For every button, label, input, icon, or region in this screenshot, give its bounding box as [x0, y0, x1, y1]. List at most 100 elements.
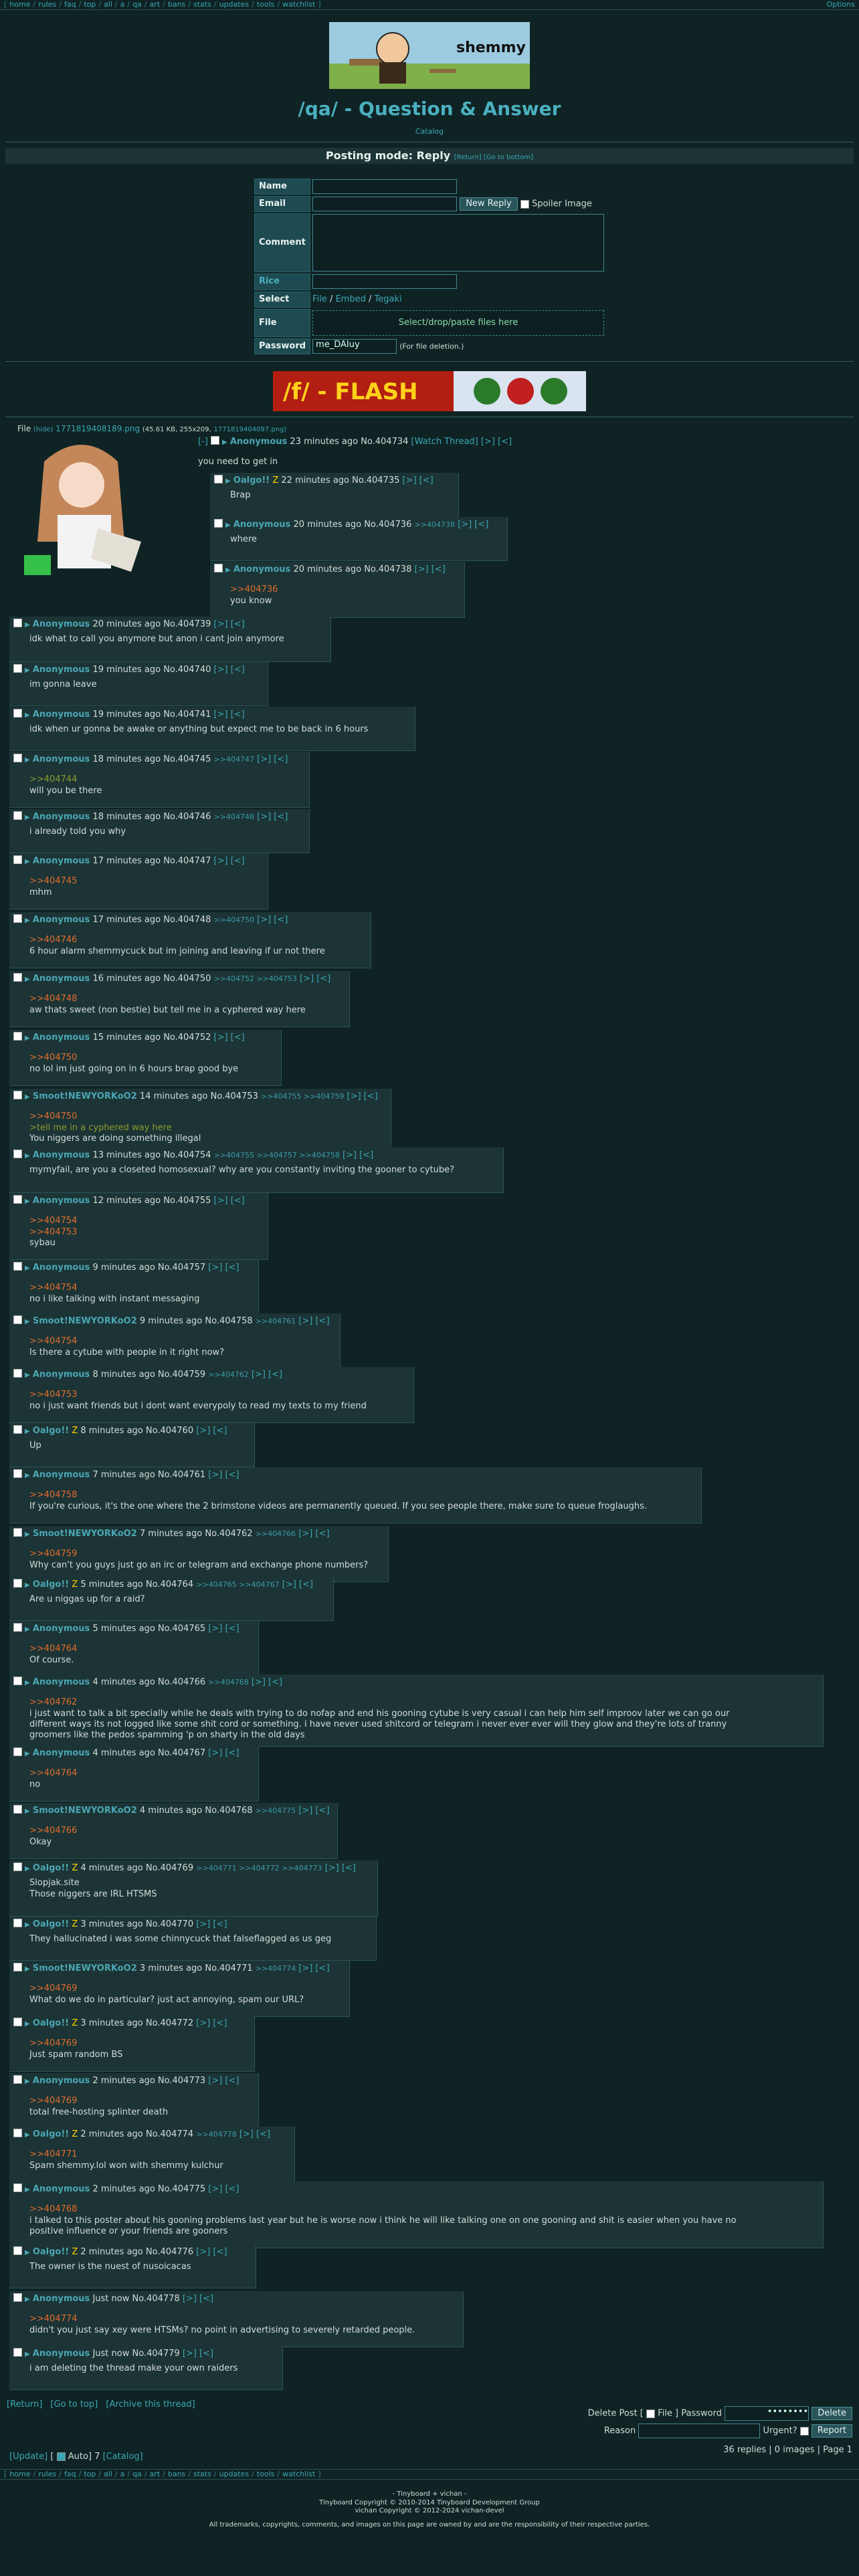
nav-link-2[interactable]: faq — [64, 2470, 76, 2479]
nav-link-7[interactable]: art — [150, 0, 161, 9]
post-menu-arrow-icon[interactable]: ▶ — [25, 1865, 30, 1872]
post-menu-arrow-icon[interactable]: ▶ — [25, 1265, 30, 1272]
post-checkbox[interactable] — [13, 2018, 22, 2026]
post-checkbox[interactable] — [13, 811, 22, 820]
post-menu-arrow-icon[interactable]: ▶ — [25, 2351, 30, 2358]
post-number[interactable]: No.404762 — [205, 1529, 252, 1539]
post-checkbox[interactable] — [13, 664, 22, 673]
go-to-bottom-link[interactable]: [Go to bottom] — [484, 154, 533, 161]
post-number[interactable]: No.404750 — [163, 974, 211, 984]
nav-link-2[interactable]: faq — [64, 0, 76, 9]
post-number[interactable]: No.404774 — [146, 2129, 193, 2139]
post-number[interactable]: No.404745 — [163, 754, 211, 764]
nav-link-12[interactable]: watchlist — [282, 2470, 315, 2479]
quote-link[interactable]: >>404754 — [29, 1336, 335, 1347]
quote-link[interactable]: >>404771 — [29, 2149, 289, 2160]
post-checkbox[interactable] — [13, 1623, 22, 1632]
return-bottom-link[interactable]: [Return] — [7, 2399, 42, 2409]
select-tegaki-link[interactable]: Tegaki — [375, 294, 402, 304]
backlinks[interactable]: >>404738 — [415, 520, 455, 529]
backlinks[interactable]: >>404768 — [208, 1678, 248, 1687]
post-number[interactable]: No.404746 — [163, 812, 211, 822]
post-menu-arrow-icon[interactable]: ▶ — [25, 1626, 30, 1633]
post-nav-arrows[interactable]: [>] [<] — [208, 1624, 239, 1634]
post-checkbox[interactable] — [13, 1919, 22, 1927]
post-checkbox[interactable] — [13, 2129, 22, 2137]
post-checkbox[interactable] — [214, 475, 223, 484]
backlinks[interactable]: >>404752 >>404753 — [214, 974, 297, 983]
op-file-link[interactable]: 1771819408189.png — [56, 424, 140, 433]
watch-thread-link[interactable]: [Watch Thread] — [411, 437, 478, 447]
delete-password-input[interactable]: •••••••• — [725, 2406, 809, 2421]
post-number[interactable]: No.404758 — [205, 1316, 252, 1326]
quote-link[interactable]: >>404750 — [29, 1111, 385, 1122]
quote-link[interactable]: >>404774 — [29, 2314, 458, 2325]
quote-link[interactable]: >>404754 — [29, 1216, 262, 1226]
nav-link-5[interactable]: a — [120, 0, 125, 9]
nav-link-0[interactable]: home — [9, 2470, 30, 2479]
post-nav-arrows[interactable]: [>] [<] — [298, 1316, 329, 1326]
quote-link[interactable]: >>404766 — [29, 1826, 332, 1836]
quote-link[interactable]: >>404746 — [29, 935, 365, 946]
post-checkbox[interactable] — [13, 1032, 22, 1041]
post-nav-arrows[interactable]: [>] [<] — [196, 2018, 227, 2028]
nav-link-3[interactable]: top — [84, 0, 96, 9]
name-input[interactable] — [312, 179, 458, 194]
post-nav-arrows[interactable]: [>] [<] — [415, 564, 446, 574]
nav-link-12[interactable]: watchlist — [282, 0, 315, 9]
post-menu-arrow-icon[interactable]: ▶ — [25, 2296, 30, 2303]
post-checkbox[interactable] — [13, 973, 22, 982]
report-button[interactable]: Report — [811, 2424, 852, 2438]
post-menu-arrow-icon[interactable]: ▶ — [225, 477, 231, 485]
nav-link-4[interactable]: all — [104, 0, 112, 9]
archive-thread-link[interactable]: [Archive this thread] — [106, 2399, 195, 2409]
post-nav-arrows[interactable]: [>] [<] — [343, 1150, 373, 1160]
delete-file-checkbox[interactable] — [646, 2409, 656, 2418]
post-nav-arrows[interactable]: [>] [<] — [257, 915, 288, 925]
post-number[interactable]: No.404740 — [163, 665, 211, 675]
post-number[interactable]: No.404759 — [158, 1370, 205, 1380]
post-nav-arrows[interactable]: [>] [<] — [257, 754, 288, 764]
post-checkbox[interactable] — [13, 1862, 22, 1871]
post-checkbox[interactable] — [13, 1091, 22, 1099]
post-number[interactable]: No.404738 — [364, 564, 411, 574]
post-menu-arrow-icon[interactable]: ▶ — [25, 858, 30, 865]
op-checkbox[interactable] — [210, 436, 219, 445]
post-menu-arrow-icon[interactable]: ▶ — [25, 1750, 30, 1757]
post-menu-arrow-icon[interactable]: ▶ — [25, 1318, 30, 1325]
post-number[interactable]: No.404752 — [163, 1033, 211, 1043]
op-image-thumbnail[interactable] — [17, 435, 146, 580]
post-number[interactable]: No.404736 — [364, 520, 411, 530]
post-nav-arrows[interactable]: [>] [<] — [257, 812, 288, 822]
post-checkbox[interactable] — [13, 2293, 22, 2302]
post-nav-arrows[interactable]: [>] [<] — [252, 1370, 282, 1380]
post-number[interactable]: No.404753 — [211, 1091, 258, 1101]
new-reply-button[interactable]: New Reply — [460, 197, 518, 211]
post-nav-arrows[interactable]: [>] [<] — [208, 2076, 239, 2086]
catalog-bottom-link[interactable]: [Catalog] — [103, 2452, 143, 2462]
post-nav-arrows[interactable]: [>] [<] — [208, 1263, 239, 1273]
post-menu-arrow-icon[interactable]: ▶ — [25, 1808, 30, 1815]
quote-link[interactable]: >>404769 — [29, 2096, 253, 2107]
post-menu-arrow-icon[interactable]: ▶ — [25, 1093, 30, 1101]
reason-input[interactable] — [638, 2424, 761, 2438]
post-menu-arrow-icon[interactable]: ▶ — [25, 1921, 30, 1929]
nav-link-11[interactable]: tools — [257, 0, 275, 9]
quote-link[interactable]: >>404758 — [29, 1490, 696, 1501]
backlinks[interactable]: >>404774 — [256, 1964, 296, 1973]
nav-link-6[interactable]: qa — [132, 0, 142, 9]
quote-link[interactable]: >>404753 — [29, 1390, 408, 1400]
post-nav-arrows[interactable]: [>] [<] — [214, 1196, 245, 1206]
post-menu-arrow-icon[interactable]: ▶ — [25, 756, 30, 764]
select-file-link[interactable]: File — [312, 294, 327, 304]
post-nav-arrows[interactable]: [>] [<] — [214, 665, 245, 675]
spoiler-checkbox[interactable] — [520, 199, 529, 209]
post-number[interactable]: No.404770 — [146, 1919, 193, 1929]
nav-link-10[interactable]: updates — [219, 2470, 250, 2479]
post-menu-arrow-icon[interactable]: ▶ — [25, 2131, 30, 2139]
nav-link-7[interactable]: art — [150, 2470, 161, 2479]
quote-link[interactable]: >>404736 — [230, 584, 459, 595]
post-number[interactable]: No.404768 — [205, 1806, 252, 1816]
post-menu-arrow-icon[interactable]: ▶ — [25, 1679, 30, 1687]
post-menu-arrow-icon[interactable]: ▶ — [25, 2249, 30, 2256]
